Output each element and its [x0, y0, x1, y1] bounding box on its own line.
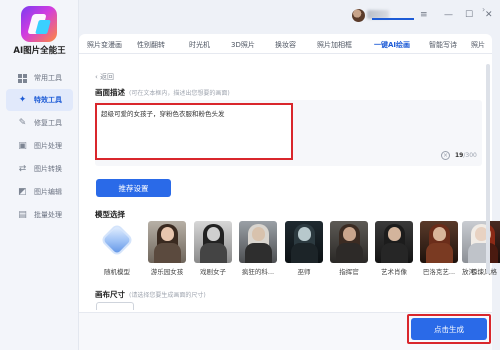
model-label: 戏剧女子	[200, 268, 226, 276]
content-scrollbar[interactable]	[486, 64, 490, 274]
wand-icon: ✎	[18, 117, 27, 128]
canvas-hint: (请选择您要生成画面的尺寸)	[129, 292, 206, 299]
model-item[interactable]: 戏剧女子	[194, 221, 232, 276]
model-thumbnail	[375, 221, 413, 263]
sidebar: AI图片全能王 常用工具 ✦ 特效工具 ✎ 修复工具 ▣ 图片处理 ⇄ 图片转换…	[0, 0, 79, 350]
clear-icon[interactable]: ×	[441, 151, 450, 160]
convert-icon: ⇄	[18, 163, 27, 174]
tab-3d-photo[interactable]: 3D照片	[231, 40, 255, 50]
app-logo	[21, 6, 57, 42]
sidebar-item-image-convert[interactable]: ⇄ 图片转换	[6, 158, 73, 180]
close-button[interactable]: ✕	[485, 10, 493, 20]
character-counter: 19/300	[455, 152, 477, 159]
description-hint: (可在文本框内，描述出您想要的画面)	[129, 90, 230, 97]
model-label: 随机模型	[104, 268, 130, 276]
sidebar-item-label: 修复工具	[34, 119, 62, 127]
model-label: 游乐园女孩	[150, 268, 184, 276]
sidebar-item-repair-tools[interactable]: ✎ 修复工具	[6, 112, 73, 134]
chevron-left-icon: ‹	[95, 73, 98, 81]
model-item-clipped[interactable]: 放河...	[462, 221, 486, 277]
tab-photo-frame[interactable]: 照片加相框	[317, 40, 352, 50]
model-label: 巴洛克艺...	[422, 268, 456, 276]
model-item[interactable]: 艺术肖像	[375, 221, 413, 276]
active-tab-indicator	[372, 18, 414, 20]
sidebar-item-label: 常用工具	[34, 74, 62, 82]
model-thumbnail	[462, 221, 486, 263]
description-input[interactable]: 超级可爱的女孩子，穿粉色衣服和粉色头发	[95, 103, 293, 160]
model-list: 随机模型 游乐园女孩 戏剧女子 疯狂的科... 巫师 指挥官 艺术肖像 巴洛克艺…	[95, 221, 500, 277]
sidebar-item-label: 图片处理	[34, 142, 62, 150]
tool-tabs: 照片变漫画 性别翻转 时光机 3D照片 换妆容 照片加相框 一键AI绘画 智能写…	[79, 34, 492, 54]
model-thumbnail	[330, 221, 368, 263]
model-item[interactable]: 游乐园女孩	[148, 221, 186, 276]
model-thumbnail	[148, 221, 186, 263]
tab-photo-to-comic[interactable]: 照片变漫画	[87, 40, 122, 50]
sidebar-item-common-tools[interactable]: 常用工具	[6, 67, 73, 89]
model-label: 艺术肖像	[381, 268, 407, 276]
description-value: 超级可爱的女孩子，穿粉色衣服和粉色头发	[101, 110, 225, 118]
model-thumbnail	[194, 221, 232, 263]
edit-icon: ◩	[18, 186, 27, 197]
model-thumbnail	[285, 221, 323, 263]
batch-icon: ▤	[18, 209, 27, 220]
sidebar-item-label: 图片编辑	[34, 188, 62, 196]
sidebar-item-label: 批量处理	[34, 211, 62, 219]
model-thumbnail	[239, 221, 277, 263]
sidebar-item-label: 特效工具	[34, 96, 62, 104]
model-label: 放河...	[462, 268, 482, 276]
star-icon: ✦	[18, 94, 27, 105]
tab-ai-painting[interactable]: 一键AI绘画	[374, 40, 410, 50]
back-link[interactable]: ‹ 返回	[95, 72, 114, 82]
sidebar-item-batch[interactable]: ▤ 批量处理	[6, 204, 73, 226]
tabs-next-arrow-icon[interactable]: ›	[482, 5, 485, 14]
sidebar-item-image-edit[interactable]: ◩ 图片编辑	[6, 181, 73, 203]
image-icon: ▣	[18, 140, 27, 151]
minimize-button[interactable]: —	[444, 10, 453, 20]
menu-icon[interactable]: ≡	[420, 10, 428, 20]
main-content	[79, 54, 492, 350]
sidebar-item-label: 图片转换	[34, 165, 62, 173]
model-item[interactable]: 指挥官	[330, 221, 368, 276]
user-avatar[interactable]	[352, 9, 365, 22]
canvas-title: 画布尺寸	[95, 290, 125, 299]
random-model-icon	[98, 221, 136, 263]
description-section-title: 画面描述 (可在文本框内，描述出您想要的画面)	[95, 87, 230, 98]
model-label: 巫师	[297, 268, 311, 276]
tab-gender-swap[interactable]: 性别翻转	[137, 40, 165, 50]
restore-button[interactable]: ☐	[465, 10, 473, 20]
model-item[interactable]: 巴洛克艺...	[420, 221, 458, 276]
canvas-section-title: 画布尺寸 (请选择您要生成画面的尺寸)	[95, 289, 206, 300]
tab-time-machine[interactable]: 时光机	[189, 40, 210, 50]
description-title: 画面描述	[95, 88, 125, 97]
model-section-title: 模型选择	[95, 210, 125, 219]
model-item-random[interactable]: 随机模型	[98, 221, 136, 276]
sidebar-item-effect-tools[interactable]: ✦ 特效工具	[6, 89, 73, 111]
counter-total: /300	[463, 152, 477, 159]
model-thumbnail	[420, 221, 458, 263]
app-name: AI图片全能王	[13, 46, 66, 56]
grid-icon	[18, 73, 27, 83]
sidebar-item-image-processing[interactable]: ▣ 图片处理	[6, 135, 73, 157]
title-bar	[79, 0, 500, 32]
model-label: 疯狂的科...	[241, 268, 275, 276]
recommend-settings-button[interactable]: 推荐设置	[96, 179, 171, 197]
model-item[interactable]: 疯狂的科...	[239, 221, 277, 276]
tab-poem[interactable]: 智能写诗	[429, 40, 457, 50]
tab-makeup[interactable]: 换妆容	[275, 40, 296, 50]
back-label: 返回	[100, 73, 115, 81]
generate-button[interactable]: 点击生成	[411, 318, 487, 340]
canvas-size-option[interactable]	[96, 302, 134, 310]
model-item[interactable]: 巫师	[285, 221, 323, 276]
model-label: 指挥官	[339, 268, 359, 276]
tab-photo[interactable]: 照片	[471, 40, 485, 50]
